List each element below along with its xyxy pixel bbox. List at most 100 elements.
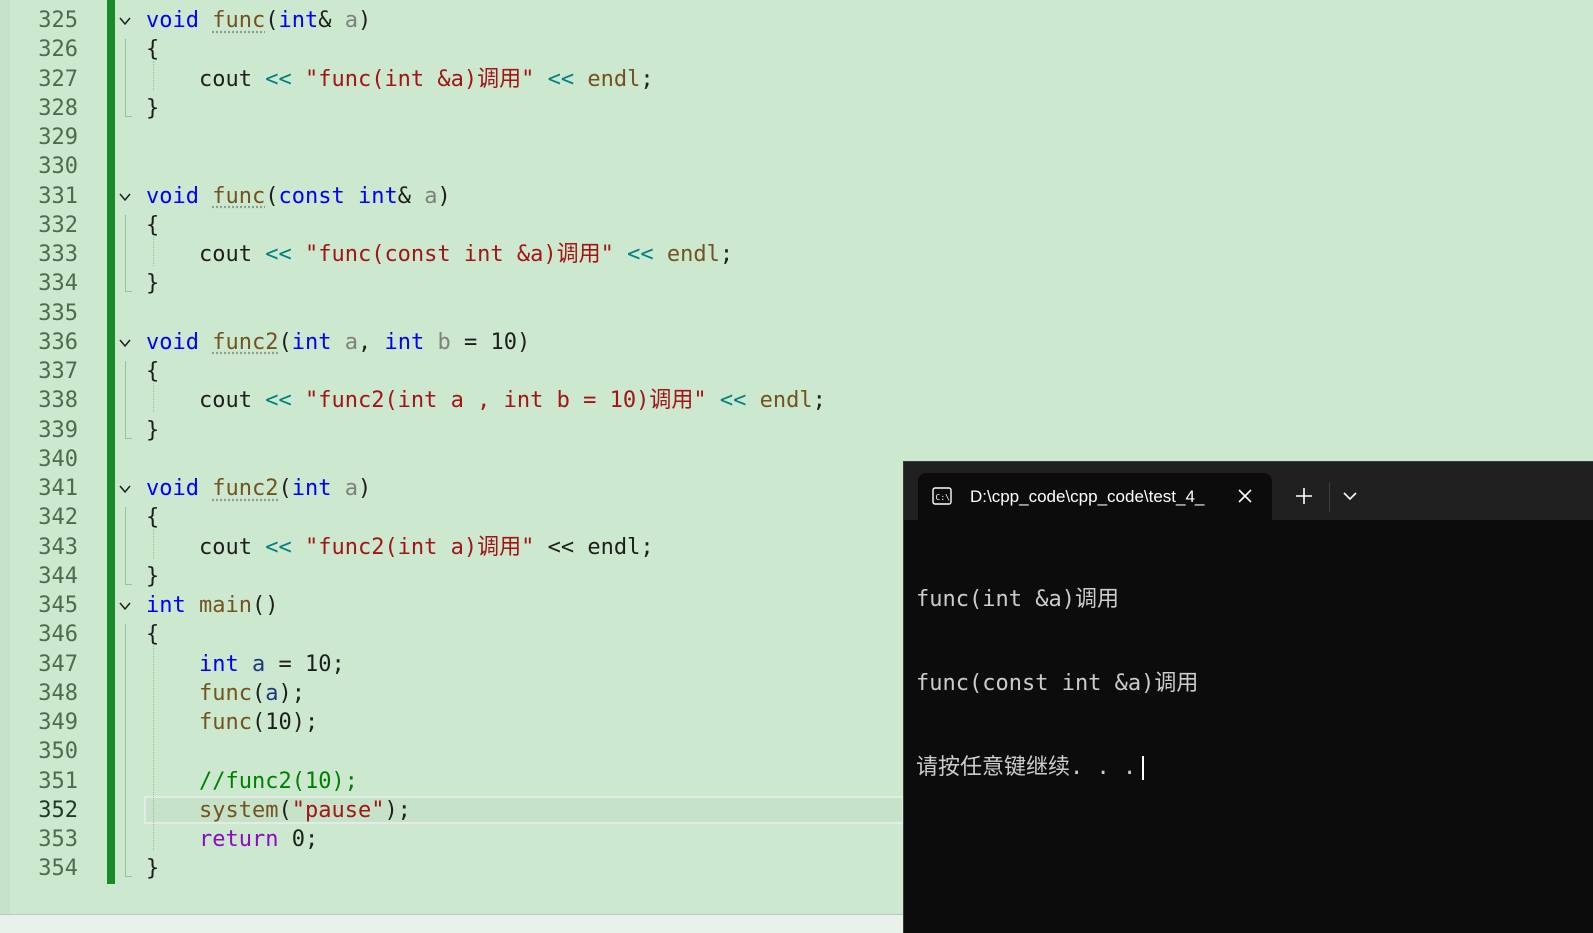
line-number: 337 (38, 359, 78, 384)
line-number: 340 (38, 446, 78, 472)
line-number: 349 (38, 710, 78, 735)
code-text[interactable]: } (146, 854, 159, 883)
code-text[interactable]: int main() (146, 591, 278, 620)
fold-bracket (125, 361, 132, 439)
line-number: 334 (38, 271, 78, 297)
code-text[interactable]: { (146, 503, 159, 532)
line-number: 352 (38, 797, 78, 823)
code-line[interactable]: 325 void func(int& a) (0, 6, 1593, 35)
line-number: 331 (38, 183, 78, 209)
code-line[interactable]: 338 cout << "func2(int a , int b = 10)调用… (0, 386, 1593, 415)
terminal-window[interactable]: C:\ D:\cpp_code\cpp_code\test_4_ func(in… (903, 461, 1593, 933)
code-line[interactable]: 326 { (0, 35, 1593, 64)
indent-guide (153, 646, 154, 851)
code-text[interactable]: } (146, 94, 159, 123)
code-text[interactable]: } (146, 416, 159, 445)
code-text[interactable]: cout << "func2(int a , int b = 10)调用" <<… (146, 386, 826, 415)
line-number: 343 (38, 534, 78, 560)
line-number: 330 (38, 154, 78, 180)
line-number: 339 (38, 417, 78, 443)
line-number: 335 (38, 300, 78, 326)
close-icon[interactable] (1234, 485, 1256, 507)
code-line[interactable]: 330 (0, 152, 1593, 181)
code-text[interactable]: system("pause"); (146, 796, 411, 825)
code-text[interactable]: } (146, 269, 159, 298)
fold-bracket (125, 507, 132, 585)
code-text[interactable]: //func2(10); (146, 767, 358, 796)
code-line[interactable]: 336 void func2(int a, int b = 10) (0, 328, 1593, 357)
code-text[interactable]: cout << "func2(int a)调用" << endl; (146, 533, 654, 562)
line-number: 329 (38, 125, 78, 150)
code-line[interactable]: 331 void func(const int& a) (0, 182, 1593, 211)
code-line[interactable]: 334} (0, 269, 1593, 298)
line-number: 344 (38, 563, 78, 589)
code-text[interactable]: cout << "func(const int &a)调用" << endl; (146, 240, 733, 269)
console-icon: C:\ (932, 487, 952, 505)
indent-guide (153, 236, 154, 266)
code-text[interactable]: int a = 10; (146, 650, 345, 679)
code-line[interactable]: 333 cout << "func(const int &a)调用" << en… (0, 240, 1593, 269)
line-number: 338 (38, 388, 78, 414)
line-number: 345 (38, 593, 78, 618)
terminal-tab-title: D:\cpp_code\cpp_code\test_4_ (970, 487, 1205, 506)
fold-chevron-icon[interactable] (119, 337, 131, 349)
indent-guide (153, 61, 154, 91)
code-line[interactable]: 328} (0, 94, 1593, 123)
chevron-down-icon[interactable] (1340, 486, 1360, 506)
fold-bracket (125, 624, 132, 878)
fold-chevron-icon[interactable] (119, 483, 131, 495)
indent-guide (153, 529, 154, 559)
code-text[interactable]: { (146, 211, 159, 240)
line-number: 348 (38, 680, 78, 706)
code-text[interactable]: void func2(int a) (146, 474, 371, 503)
code-text[interactable]: func(10); (146, 708, 318, 737)
svg-text:C:\: C:\ (936, 493, 951, 502)
line-number: 347 (38, 651, 78, 677)
line-number: 346 (38, 622, 78, 648)
code-text[interactable]: { (146, 620, 159, 649)
code-line[interactable]: 337 { (0, 357, 1593, 386)
pause-prompt: 请按任意键继续. . . (916, 755, 1137, 780)
terminal-output[interactable]: func(int &a)调用 func(const int &a)调用 请按任意… (916, 530, 1198, 838)
fold-chevron-icon[interactable] (119, 600, 131, 612)
line-number: 354 (38, 856, 78, 882)
terminal-titlebar: C:\ D:\cpp_code\cpp_code\test_4_ (904, 462, 1593, 520)
line-number: 326 (38, 37, 78, 63)
code-line[interactable]: 329 (0, 123, 1593, 152)
code-line[interactable]: 339} (0, 416, 1593, 445)
code-line[interactable]: 327 cout << "func(int &a)调用" << endl; (0, 65, 1593, 94)
text-cursor (1142, 756, 1145, 780)
code-text[interactable]: { (146, 35, 159, 64)
line-number: 336 (38, 329, 78, 355)
code-text[interactable]: void func(const int& a) (146, 182, 451, 211)
line-number: 353 (38, 827, 78, 852)
fold-chevron-icon[interactable] (119, 191, 131, 203)
terminal-output-line: func(const int &a)调用 (916, 671, 1199, 696)
line-number: 341 (38, 476, 78, 501)
titlebar-divider (1329, 482, 1330, 512)
terminal-output-line: func(int &a)调用 (916, 587, 1119, 612)
line-number: 342 (38, 505, 78, 531)
line-number: 328 (38, 95, 78, 121)
code-text[interactable]: func(a); (146, 679, 305, 708)
line-number: 325 (38, 8, 78, 33)
fold-bracket (125, 39, 132, 117)
code-text[interactable]: } (146, 562, 159, 591)
line-number: 350 (38, 739, 78, 765)
code-text[interactable]: { (146, 357, 159, 386)
code-line[interactable]: 332 { (0, 211, 1593, 240)
terminal-tab[interactable]: C:\ D:\cpp_code\cpp_code\test_4_ (918, 473, 1272, 520)
line-number: 333 (38, 242, 78, 267)
code-text[interactable]: cout << "func(int &a)调用" << endl; (146, 65, 654, 94)
terminal-output-line: 请按任意键继续. . . (916, 754, 1198, 782)
code-line[interactable]: 335 (0, 299, 1593, 328)
fold-chevron-icon[interactable] (119, 15, 131, 27)
plus-icon[interactable] (1292, 484, 1316, 508)
fold-bracket (125, 214, 132, 293)
line-number: 327 (38, 66, 78, 92)
code-text[interactable]: return 0; (146, 825, 318, 854)
code-text[interactable]: void func2(int a, int b = 10) (146, 328, 530, 357)
code-text[interactable]: void func(int& a) (146, 6, 371, 35)
line-number: 332 (38, 212, 78, 238)
line-number: 351 (38, 768, 78, 794)
